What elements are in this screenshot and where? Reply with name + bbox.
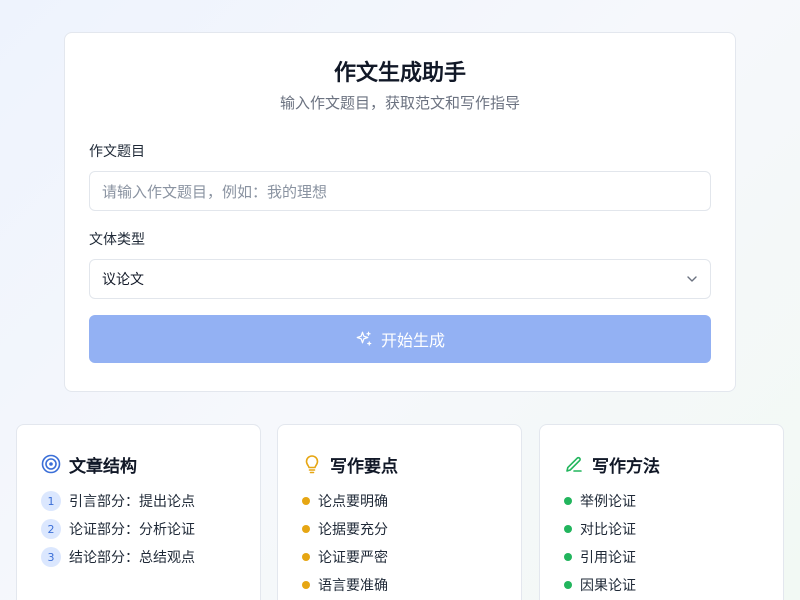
generate-button[interactable]: 开始生成 bbox=[89, 315, 711, 363]
list-item-text: 引言部分：提出论点 bbox=[69, 494, 195, 510]
list-item: 论点要明确 bbox=[302, 487, 497, 515]
list-item-text: 论据要充分 bbox=[318, 522, 388, 538]
page-subtitle: 输入作文题目，获取范文和写作指导 bbox=[279, 94, 520, 112]
list-item-text: 对比论证 bbox=[580, 522, 636, 538]
target-icon bbox=[41, 454, 61, 474]
bullet-dot bbox=[302, 525, 310, 533]
list-item-text: 举例论证 bbox=[580, 494, 636, 510]
list-item: 对比论证 bbox=[564, 515, 759, 543]
list-item-text: 因果论证 bbox=[580, 578, 636, 594]
step-number: 3 bbox=[41, 547, 61, 567]
lightbulb-icon bbox=[305, 455, 319, 474]
generate-button-label: 开始生成 bbox=[380, 331, 445, 350]
bullet-dot bbox=[302, 553, 310, 561]
type-select[interactable]: 议论文 bbox=[89, 259, 711, 299]
list-item-text: 论点要明确 bbox=[318, 494, 388, 510]
bullet-dot bbox=[564, 553, 572, 561]
list-item: 举例论证 bbox=[564, 487, 759, 515]
list-item-text: 语言要准确 bbox=[318, 578, 388, 594]
list-item: 1 引言部分：提出论点 bbox=[41, 487, 236, 515]
bullet-dot bbox=[564, 525, 572, 533]
key-points-card-title: 写作要点 bbox=[330, 456, 398, 477]
pencil-icon bbox=[566, 456, 582, 472]
structure-card-title: 文章结构 bbox=[69, 456, 137, 477]
type-label: 文体类型 bbox=[89, 232, 145, 248]
methods-card-title: 写作方法 bbox=[592, 456, 660, 477]
methods-card: 写作方法 举例论证 对比论证 引用论证 因果论证 bbox=[539, 424, 784, 600]
bullet-dot bbox=[564, 497, 572, 505]
bullet-dot bbox=[302, 497, 310, 505]
list-item-text: 引用论证 bbox=[580, 550, 636, 566]
bullet-dot bbox=[302, 581, 310, 589]
type-select-value: 议论文 bbox=[102, 272, 144, 288]
list-item-text: 结论部分：总结观点 bbox=[69, 550, 195, 566]
page-title: 作文生成助手 bbox=[333, 61, 466, 86]
list-item-text: 论证部分：分析论证 bbox=[69, 522, 195, 538]
list-item: 因果论证 bbox=[564, 571, 759, 599]
topic-input[interactable]: 请输入作文题目，例如：我的理想 bbox=[89, 171, 711, 211]
structure-card: 文章结构 1 引言部分：提出论点 2 论证部分：分析论证 3 结论部分：总结观点 bbox=[16, 424, 261, 600]
key-points-card: 写作要点 论点要明确 论据要充分 论证要严密 语言要准确 bbox=[277, 424, 522, 600]
list-item-text: 论证要严密 bbox=[318, 550, 388, 566]
list-item: 2 论证部分：分析论证 bbox=[41, 515, 236, 543]
topic-placeholder: 请输入作文题目，例如：我的理想 bbox=[102, 182, 328, 201]
step-number: 2 bbox=[41, 519, 61, 539]
list-item: 3 结论部分：总结观点 bbox=[41, 543, 236, 571]
step-number: 1 bbox=[41, 491, 61, 511]
sparkles-icon bbox=[356, 331, 372, 346]
list-item: 论据要充分 bbox=[302, 515, 497, 543]
chevron-down-icon bbox=[687, 276, 697, 282]
essay-form-card: 作文生成助手 输入作文题目，获取范文和写作指导 作文题目 请输入作文题目，例如：… bbox=[64, 32, 736, 392]
bullet-dot bbox=[564, 581, 572, 589]
topic-label: 作文题目 bbox=[89, 144, 145, 160]
list-item: 语言要准确 bbox=[302, 571, 497, 599]
list-item: 论证要严密 bbox=[302, 543, 497, 571]
list-item: 引用论证 bbox=[564, 543, 759, 571]
